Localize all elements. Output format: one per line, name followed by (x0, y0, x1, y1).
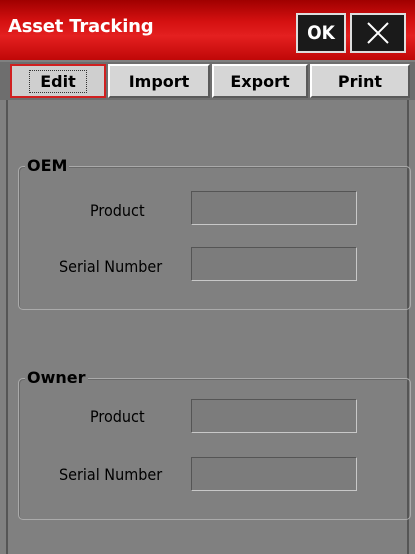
oem-serial-number-input[interactable] (191, 247, 357, 281)
owner-serial-number-label: Serial Number (59, 465, 163, 484)
tab-bar: Edit Import Export Print (0, 62, 415, 100)
oem-product-label: Product (90, 201, 145, 220)
title-bar: Asset Tracking OK (0, 0, 415, 60)
owner-group-title: Owner (25, 368, 88, 387)
oem-product-input[interactable] (191, 191, 357, 225)
ok-button[interactable]: OK (296, 13, 346, 53)
tab-export-label: Export (230, 71, 290, 91)
tab-import[interactable]: Import (108, 64, 210, 98)
edit-panel: OEM Product Serial Number Owner Product … (6, 100, 411, 554)
tab-edit-label: Edit (29, 69, 87, 93)
tab-import-label: Import (128, 71, 190, 91)
tab-print-label: Print (337, 71, 383, 91)
tab-export[interactable]: Export (212, 64, 308, 98)
close-button[interactable] (350, 13, 406, 53)
owner-group: Owner Product Serial Number (18, 368, 411, 520)
tab-edit[interactable]: Edit (10, 64, 106, 98)
oem-group-title: OEM (25, 156, 70, 175)
asset-tracking-window: Asset Tracking OK Edit Import Export Pri… (0, 0, 415, 554)
close-icon (365, 20, 391, 46)
owner-product-input[interactable] (191, 399, 357, 433)
window-title: Asset Tracking (8, 16, 154, 37)
oem-group: OEM Product Serial Number (18, 156, 411, 310)
owner-serial-number-input[interactable] (191, 457, 357, 491)
tab-print[interactable]: Print (310, 64, 410, 98)
owner-product-label: Product (90, 407, 145, 426)
oem-serial-number-label: Serial Number (59, 257, 163, 276)
